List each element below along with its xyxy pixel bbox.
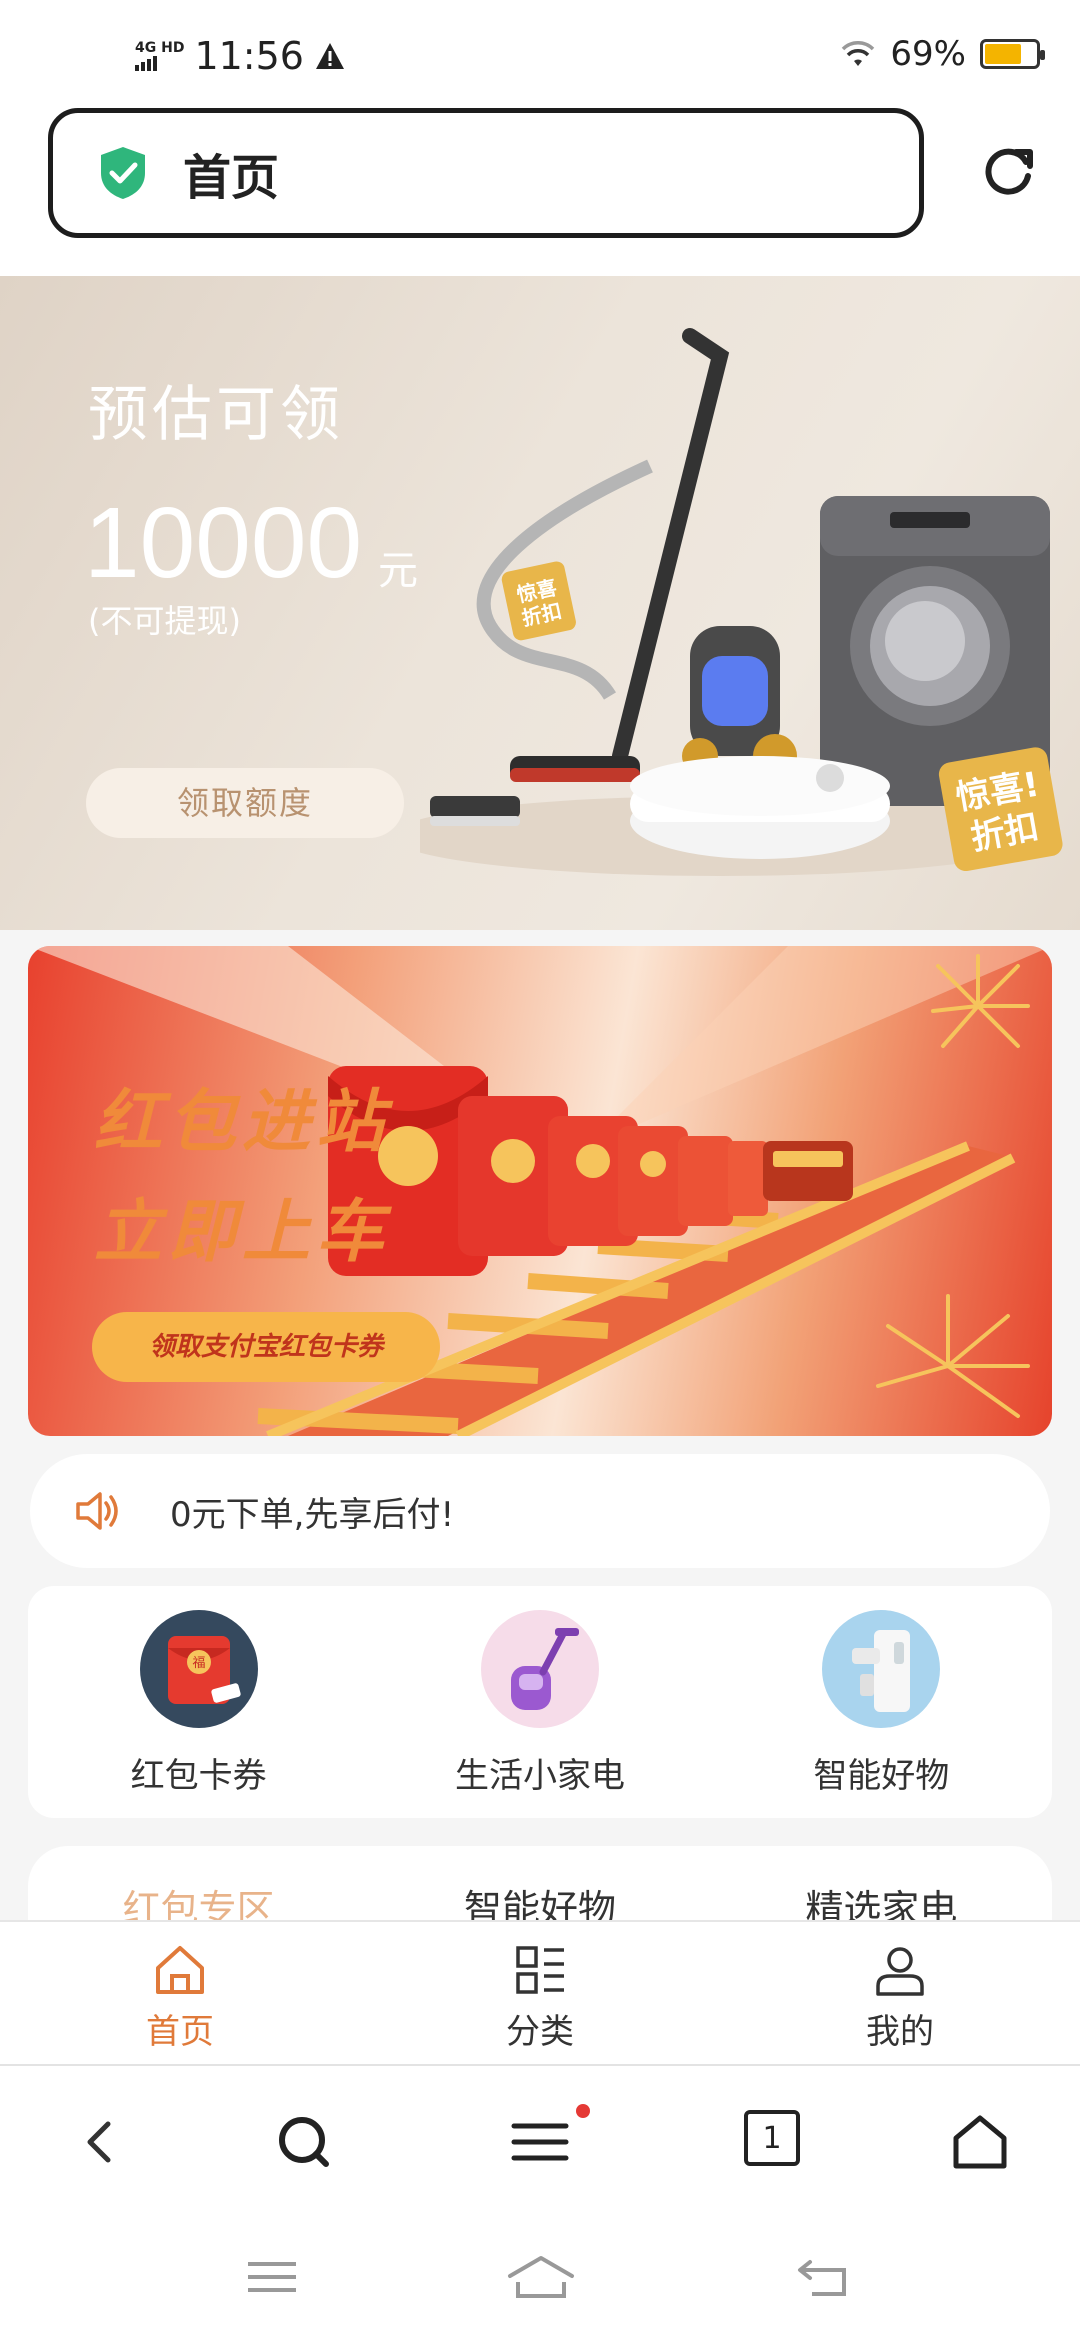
tab-count: 1 — [762, 2120, 782, 2156]
wifi-icon — [842, 41, 875, 66]
address-bar[interactable]: 首页 — [48, 108, 924, 238]
nav-mine[interactable]: 我的 — [750, 1922, 1050, 2064]
category-label: 智能好物 — [813, 1756, 950, 1796]
network-indicator: 4G HD — [135, 41, 184, 71]
red-envelope-icon: 福 — [139, 1610, 258, 1728]
water-dispenser-icon — [822, 1610, 941, 1728]
hero-unit: 元 — [378, 548, 418, 594]
category-red-envelope[interactable]: 福 红包卡券 — [49, 1610, 349, 1797]
warning-icon — [315, 43, 344, 69]
system-back-icon[interactable] — [794, 2252, 854, 2302]
claim-alipay-coupon-button[interactable]: 领取支付宝红包卡券 — [92, 1312, 440, 1382]
vacuum-icon — [480, 1610, 599, 1728]
browser-home-icon[interactable] — [948, 2110, 1012, 2174]
svg-text:福: 福 — [192, 1656, 205, 1671]
secure-shield-icon — [101, 147, 145, 199]
speaker-icon — [76, 1492, 118, 1530]
notice-bar[interactable]: 0元下单,先享后付! — [30, 1454, 1050, 1568]
claim-quota-button[interactable]: 领取额度 — [86, 768, 404, 838]
search-icon[interactable] — [272, 2110, 336, 2174]
back-icon[interactable] — [68, 2110, 132, 2174]
promo-headline-1: 红包进站 — [94, 1083, 391, 1162]
hero-banner[interactable]: 惊喜 折扣 惊喜! 折扣 预估可领 10000 元 (不可提现) 领取额度 — [0, 276, 1080, 930]
recent-apps-icon[interactable] — [242, 2252, 302, 2302]
battery-percent: 69% — [890, 34, 966, 74]
status-left: 4G HD 11:56 — [135, 34, 346, 78]
browser-toolbar: 1 — [0, 2064, 1080, 2214]
tabs-counter-button[interactable]: 1 — [744, 2110, 800, 2166]
hero-note: (不可提现) — [88, 602, 241, 640]
category-smart-goods[interactable]: 智能好物 — [731, 1610, 1031, 1797]
nav-home[interactable]: 首页 — [30, 1922, 330, 2064]
network-label: 4G HD — [135, 40, 185, 56]
nav-category[interactable]: 分类 — [390, 1922, 690, 2064]
notification-dot — [576, 2104, 590, 2118]
menu-icon[interactable] — [508, 2110, 572, 2174]
promo-headline-2: 立即上车 — [94, 1193, 391, 1272]
system-nav-bar — [0, 2214, 1080, 2340]
app-bottom-nav: 首页 分类 我的 — [0, 1920, 1080, 2064]
category-shortcuts: 福 红包卡券 生活小家电 智能好物 — [28, 1586, 1052, 1818]
hero-title: 预估可领 — [88, 380, 344, 450]
notice-text: 0元下单,先享后付! — [170, 1494, 455, 1535]
page: 4G HD 11:56 69% 首页 惊喜 折扣 惊喜! 折扣 预估可领 100… — [0, 0, 1080, 2340]
address-bar-container: 首页 — [0, 108, 1080, 276]
battery-icon — [980, 39, 1045, 69]
status-right: 69% — [840, 34, 1045, 74]
category-label: 生活小家电 — [454, 1756, 625, 1796]
nav-category-label: 分类 — [506, 2012, 574, 2052]
hero-amount: 10000 — [84, 487, 363, 599]
appliance-illustration: 惊喜折扣 惊喜!折扣 — [420, 328, 1063, 876]
nav-mine-label: 我的 — [866, 2012, 934, 2052]
category-label: 红包卡券 — [130, 1756, 267, 1796]
page-title: 首页 — [183, 150, 280, 206]
signal-icon — [135, 55, 157, 71]
home-icon — [156, 1946, 204, 1994]
status-bar: 4G HD 11:56 69% — [0, 0, 1080, 108]
user-icon — [876, 1947, 924, 1996]
refresh-icon[interactable] — [976, 138, 1040, 202]
clock: 11:56 — [194, 34, 304, 78]
nav-home-label: 首页 — [146, 2012, 214, 2052]
category-small-appliances[interactable]: 生活小家电 — [390, 1610, 690, 1797]
category-icon — [516, 1946, 564, 1994]
system-home-icon[interactable] — [506, 2252, 576, 2302]
red-envelope-promo-banner[interactable]: 红包进站 立即上车 领取支付宝红包卡券 — [28, 946, 1052, 1436]
